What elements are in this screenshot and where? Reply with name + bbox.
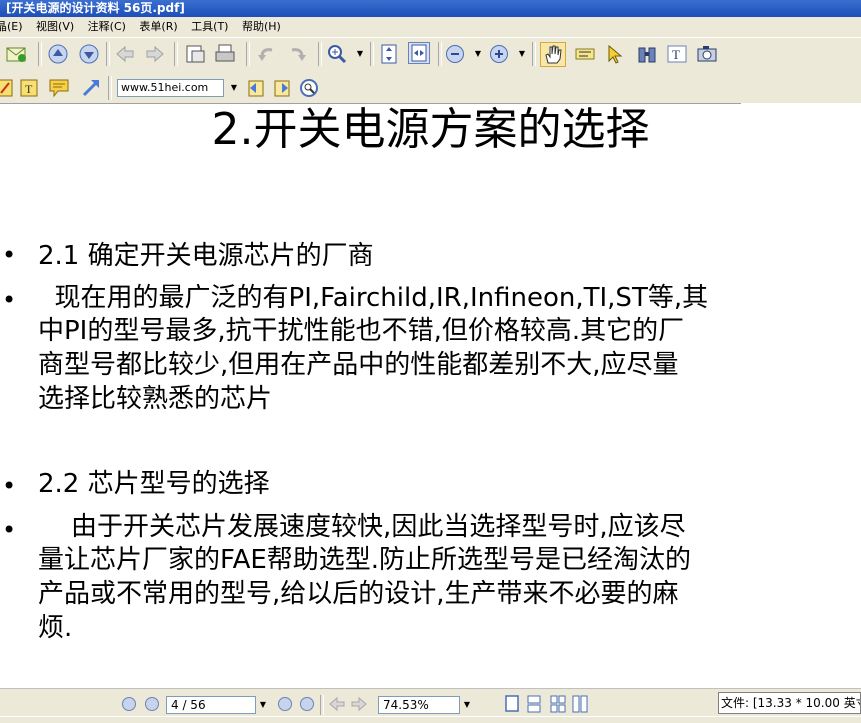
next-view-icon[interactable] (350, 695, 368, 713)
hand-tool-icon[interactable] (540, 42, 566, 67)
section-heading-2-2: 2.2 芯片型号的选择 (38, 469, 270, 499)
svg-text:T: T (672, 47, 680, 62)
continuous-icon[interactable] (526, 695, 542, 713)
paragraph-line: 现在用的最广泛的有PI,Fairchild,IR,Infineon,TI,ST等… (38, 283, 709, 313)
page-dropdown-arrow[interactable]: ▼ (259, 701, 267, 709)
zoom-plus-icon[interactable] (490, 45, 508, 63)
toolbar-separator (370, 42, 374, 66)
text-select-icon[interactable] (574, 43, 596, 65)
page-down-icon[interactable] (78, 43, 100, 65)
next-page-button[interactable] (278, 697, 292, 711)
undo-icon[interactable] (256, 43, 278, 65)
menu-item-tools[interactable]: 工具(T) (191, 17, 228, 37)
first-page-button[interactable] (122, 697, 136, 711)
svg-text:T: T (25, 82, 33, 96)
section-heading-2-1: 2.1 确定开关电源芯片的厂商 (38, 241, 374, 271)
document-page: 2.开关电源方案的选择 • 2.1 确定开关电源芯片的厂商 • 现在用的最广泛的… (0, 104, 861, 688)
fit-width-icon[interactable] (408, 42, 430, 64)
paragraph-line: 由于开关芯片发展速度较快,因此当选择型号时,应该尽 (38, 512, 686, 542)
bookmark-forward-icon[interactable] (272, 77, 294, 99)
continuous-facing-icon[interactable] (572, 695, 588, 713)
text-box-icon[interactable]: T (18, 77, 40, 99)
snapshot-icon[interactable] (696, 43, 718, 65)
paragraph-line: 商型号都比较少,但用在产品中的性能都差别不大,应尽量 (38, 350, 679, 380)
status-separator (320, 695, 324, 715)
last-page-button[interactable] (300, 697, 314, 711)
paragraph-line: 产品或不常用的型号,给以后的设计,生产带来不必要的麻 (38, 579, 679, 609)
page-number-field[interactable]: 4 / 56 (166, 696, 256, 714)
arrow-tool-icon[interactable] (604, 43, 626, 65)
search-icon[interactable] (298, 77, 320, 99)
zoom-dropdown-arrow[interactable]: ▼ (356, 50, 364, 58)
toolbar-empty-area (741, 73, 861, 103)
zoom-in-icon[interactable] (326, 43, 348, 65)
note-icon[interactable] (0, 77, 16, 99)
paragraph-line: 选择比较熟悉的芯片 (38, 384, 273, 414)
arrow-link-icon[interactable] (80, 77, 102, 99)
toolbar-separator (174, 42, 178, 66)
menu-item-forms[interactable]: 表单(R) (139, 17, 177, 37)
binoculars-icon[interactable] (636, 43, 658, 65)
zoom-out-icon[interactable] (446, 45, 464, 63)
bookmark-back-icon[interactable] (246, 77, 268, 99)
comment-icon[interactable] (48, 77, 70, 99)
zoom-plus-dropdown-arrow[interactable]: ▼ (518, 50, 526, 58)
document-size-info: 文件: [13.33 * 10.00 英寸 (718, 692, 861, 714)
previous-page-button[interactable] (145, 697, 159, 711)
toolbar-separator (532, 42, 536, 66)
bullet: • (2, 286, 17, 314)
email-icon[interactable] (5, 43, 27, 65)
save-icon[interactable] (184, 43, 206, 65)
page-up-icon[interactable] (47, 43, 69, 65)
text-tool-icon[interactable]: T (666, 43, 688, 65)
fit-page-icon[interactable] (378, 43, 400, 65)
print-icon[interactable] (214, 43, 236, 65)
toolbar-separator (246, 42, 250, 66)
paragraph-line: 中PI的型号最多,抗干扰性能也不错,但价格较高.其它的厂 (38, 316, 685, 346)
back-icon[interactable] (114, 43, 136, 65)
forward-icon[interactable] (144, 43, 166, 65)
menu-item-comments[interactable]: 注释(C) (88, 17, 126, 37)
single-page-icon[interactable] (504, 695, 520, 713)
facing-icon[interactable] (550, 695, 566, 713)
toolbar-separator (318, 42, 322, 66)
bullet: • (2, 472, 17, 500)
page-title: 2.开关电源方案的选择 (211, 104, 650, 155)
paragraph-line: 烦. (38, 613, 73, 643)
menu-item-edit[interactable]: 晶(E) (0, 17, 23, 37)
toolbar-separator (106, 42, 110, 66)
menu-item-view[interactable]: 视图(V) (36, 17, 74, 37)
bullet: • (2, 241, 17, 269)
window-title: [开关电源的设计资料 56页.pdf] (0, 0, 861, 17)
zoom-out-dropdown-arrow[interactable]: ▼ (474, 50, 482, 58)
paragraph-line: 量让芯片厂家的FAE帮助选型.防止所选型号是已经淘汰的 (38, 545, 692, 575)
toolbar-separator (108, 76, 112, 100)
redo-icon[interactable] (286, 43, 308, 65)
bullet: • (2, 516, 17, 544)
previous-view-icon[interactable] (328, 695, 346, 713)
toolbar-separator (38, 42, 42, 66)
address-field[interactable]: www.51hei.com (117, 79, 224, 97)
address-dropdown-arrow[interactable]: ▼ (230, 84, 238, 92)
toolbar-separator (438, 42, 442, 66)
menu-item-help[interactable]: 帮助(H) (242, 17, 281, 37)
zoom-level-dropdown-arrow[interactable]: ▼ (463, 701, 471, 709)
menu-bar: 晶(E) 视图(V) 注释(C) 表单(R) 工具(T) 帮助(H) (0, 17, 861, 37)
zoom-field[interactable]: 74.53% (378, 696, 460, 714)
